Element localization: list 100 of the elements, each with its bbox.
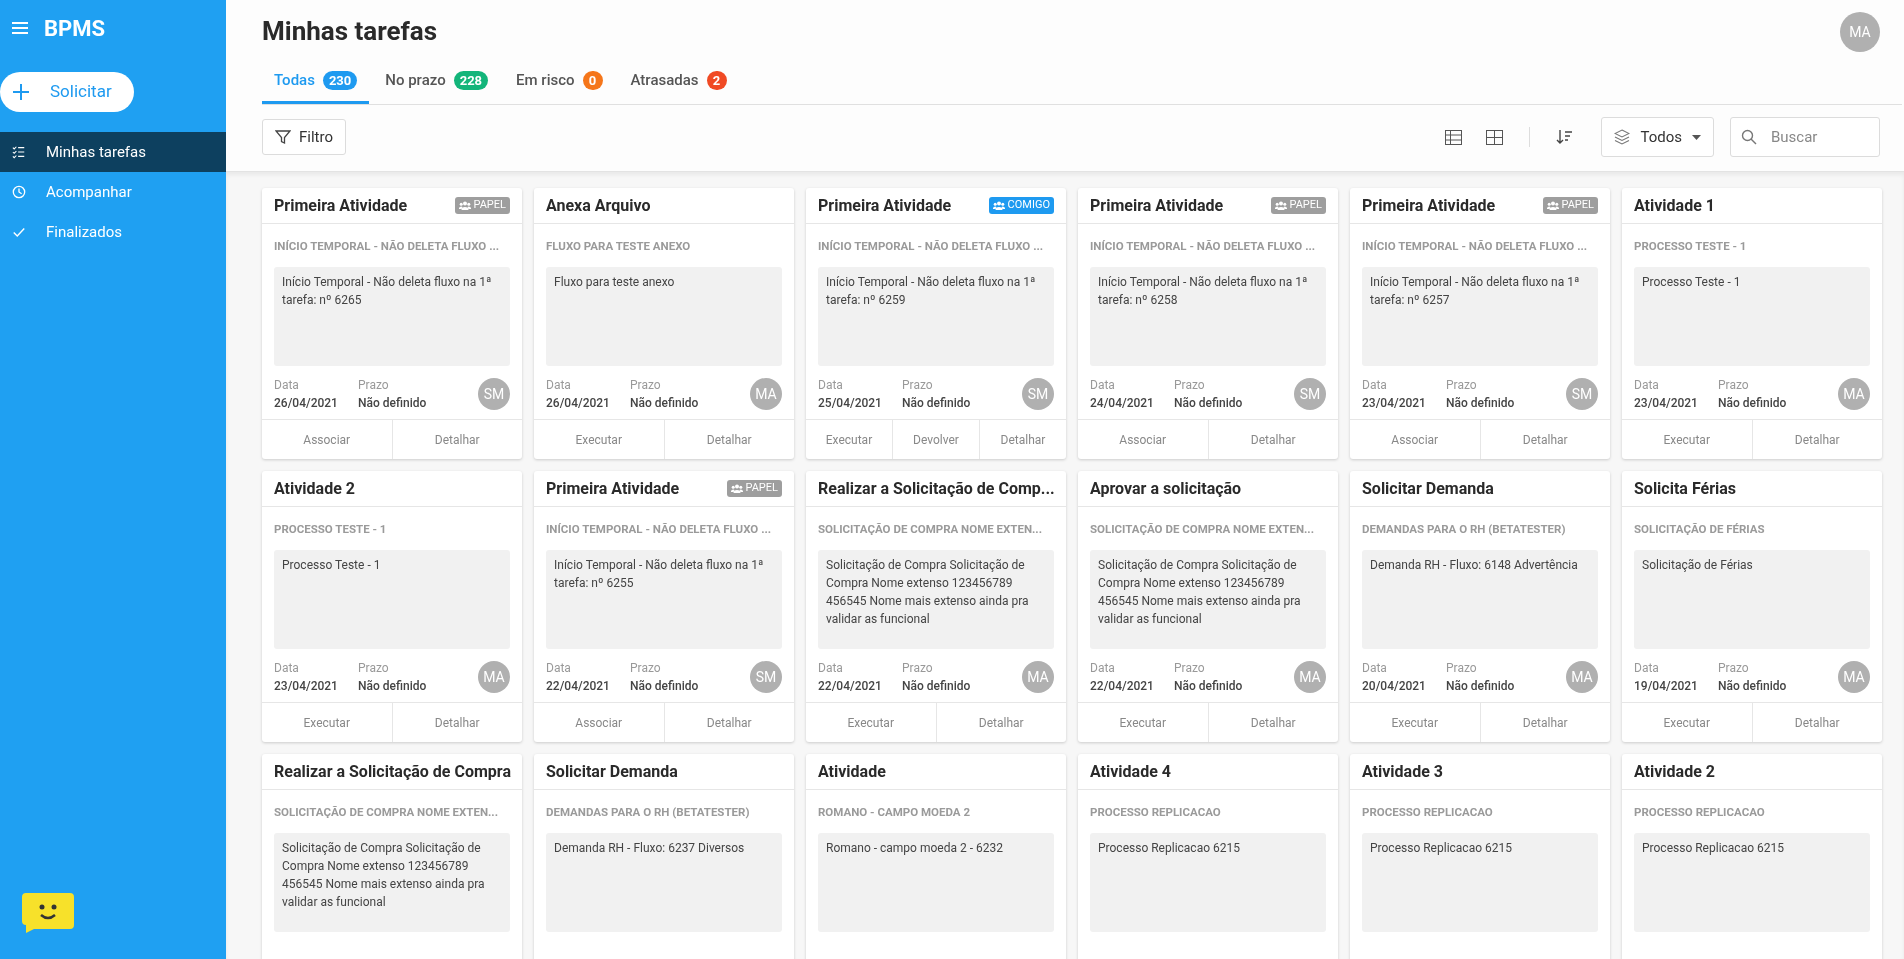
role-badge: PAPEL: [454, 197, 510, 214]
deadline-value: Não definido: [630, 678, 700, 696]
assignee-avatar: MA: [1294, 661, 1326, 694]
filter-button[interactable]: Filtro: [262, 119, 346, 155]
task-description: Fluxo para teste anexo: [546, 267, 782, 367]
scope-dropdown[interactable]: Todos: [1601, 117, 1714, 157]
nav-item[interactable]: Finalizados: [0, 212, 226, 252]
card-action[interactable]: Executar: [534, 420, 664, 459]
card-action[interactable]: Associar: [1078, 420, 1208, 459]
deadline-label: Prazo: [1718, 660, 1750, 678]
table-view-icon[interactable]: [1445, 129, 1463, 145]
card-action[interactable]: Detalhar: [391, 420, 522, 459]
card-action[interactable]: Executar: [806, 420, 892, 459]
assignee-avatar: SM: [750, 661, 782, 694]
card-title: Aprovar a solicitação: [1090, 477, 1242, 500]
card-action[interactable]: Detalhar: [979, 420, 1066, 459]
filter-icon: [275, 129, 291, 145]
date-value: 20/04/2021: [1362, 678, 1427, 696]
card-action[interactable]: Executar: [1622, 703, 1752, 742]
card-action[interactable]: Detalhar: [391, 703, 522, 742]
date-value: 25/04/2021: [818, 395, 883, 413]
nav-item[interactable]: Minhas tarefas: [0, 132, 226, 172]
assignee-avatar: SM: [1022, 378, 1054, 411]
search-icon: [1741, 129, 1757, 145]
card-action[interactable]: Detalhar: [1207, 703, 1338, 742]
date-label: Data: [1362, 377, 1388, 395]
card-action[interactable]: Detalhar: [663, 420, 794, 459]
task-description: Início Temporal - Não deleta fluxo na 1ª tarefa: nº 6255: [546, 550, 782, 650]
deadline-value: Não definido: [1718, 395, 1788, 413]
task-description: Início Temporal - Não deleta fluxo na 1ª tarefa: nº 6259: [818, 267, 1054, 367]
card-action[interactable]: Executar: [1622, 420, 1752, 459]
deadline-value: Não definido: [358, 395, 428, 413]
checklist-icon: [12, 144, 26, 160]
card-action[interactable]: Executar: [806, 703, 936, 742]
date-value: 26/04/2021: [546, 395, 611, 413]
tab[interactable]: Em risco 0: [504, 60, 615, 104]
card-action[interactable]: Detalhar: [1751, 703, 1882, 742]
date-value: 24/04/2021: [1090, 395, 1155, 413]
process-name: INÍCIO TEMPORAL - NÃO DELETA FLUXO ...: [274, 238, 501, 255]
assignee-avatar: MA: [1838, 661, 1870, 694]
date-label: Data: [818, 660, 844, 678]
deadline-label: Prazo: [630, 377, 662, 395]
card-action[interactable]: Detalhar: [935, 703, 1066, 742]
deadline-value: Não definido: [1446, 678, 1516, 696]
task-description: Início Temporal - Não deleta fluxo na 1ª tarefa: nº 6258: [1090, 267, 1326, 367]
nav-item[interactable]: Acompanhar: [0, 172, 226, 212]
card-title: Atividade 2: [1634, 760, 1715, 783]
card-title: Atividade 1: [1634, 194, 1715, 217]
card-action[interactable]: Detalhar: [663, 703, 794, 742]
tab[interactable]: No prazo 228: [373, 60, 501, 104]
card-action[interactable]: Associar: [1350, 420, 1480, 459]
clock-icon: [12, 184, 26, 200]
sort-icon[interactable]: [1556, 129, 1574, 145]
task-description: Solicitação de Compra Solicitação de Compra Nome extenso 123456789 456545 Nome mais extenso ainda pra validar as funcional: [818, 550, 1054, 650]
deadline-value: Não definido: [1446, 395, 1516, 413]
deadline-label: Prazo: [1446, 377, 1478, 395]
date-value: 23/04/2021: [274, 678, 339, 696]
card-action[interactable]: Executar: [262, 703, 392, 742]
card-action[interactable]: Associar: [534, 703, 664, 742]
role-badge: COMIGO: [988, 197, 1054, 214]
date-label: Data: [1090, 660, 1116, 678]
deadline-value: Não definido: [1174, 678, 1244, 696]
card-action[interactable]: Devolver: [892, 420, 979, 459]
tab[interactable]: Todas 230: [262, 60, 370, 104]
caret-icon: [1692, 134, 1701, 140]
card-title: Atividade 2: [274, 477, 355, 500]
task-description: Processo Teste - 1: [274, 550, 510, 650]
assignee-avatar: SM: [1294, 378, 1326, 411]
card-action[interactable]: Detalhar: [1751, 420, 1882, 459]
task-description: Processo Replicacao 6215: [1090, 833, 1326, 933]
people-icon: [1546, 201, 1559, 210]
search-field[interactable]: Buscar: [1730, 117, 1880, 157]
card-action[interactable]: Executar: [1350, 703, 1480, 742]
plus-icon: [12, 83, 30, 101]
deadline-value: Não definido: [1718, 678, 1788, 696]
grid-view-icon[interactable]: [1486, 129, 1504, 145]
card-action[interactable]: Detalhar: [1479, 703, 1610, 742]
process-name: PROCESSO TESTE - 1: [1634, 238, 1748, 255]
card-action[interactable]: Associar: [262, 420, 392, 459]
card-title: Primeira Atividade: [818, 194, 952, 217]
process-name: DEMANDAS PARA O RH (BETATESTER): [546, 804, 751, 821]
card-title: Realizar a Solicitação de Compra: [274, 760, 511, 783]
card-action[interactable]: Executar: [1078, 703, 1208, 742]
card-title: Primeira Atividade: [1090, 194, 1224, 217]
card-title: Primeira Atividade: [274, 194, 408, 217]
date-label: Data: [546, 660, 572, 678]
menu-icon[interactable]: [12, 21, 28, 35]
deadline-value: Não definido: [902, 678, 972, 696]
tab[interactable]: Atrasadas 2: [618, 60, 739, 104]
date-label: Data: [546, 377, 572, 395]
request-button[interactable]: Solicitar: [0, 72, 134, 112]
user-avatar[interactable]: MA: [1840, 12, 1880, 52]
process-name: SOLICITAÇÃO DE COMPRA NOME EXTEN...: [818, 521, 1044, 538]
deadline-label: Prazo: [1718, 377, 1750, 395]
process-name: PROCESSO REPLICACAO: [1362, 804, 1494, 821]
card-action[interactable]: Detalhar: [1207, 420, 1338, 459]
card-title: Anexa Arquivo: [546, 194, 651, 217]
process-name: SOLICITAÇÃO DE COMPRA NOME EXTEN...: [274, 804, 500, 821]
assignee-avatar: MA: [1566, 661, 1598, 694]
card-action[interactable]: Detalhar: [1479, 420, 1610, 459]
